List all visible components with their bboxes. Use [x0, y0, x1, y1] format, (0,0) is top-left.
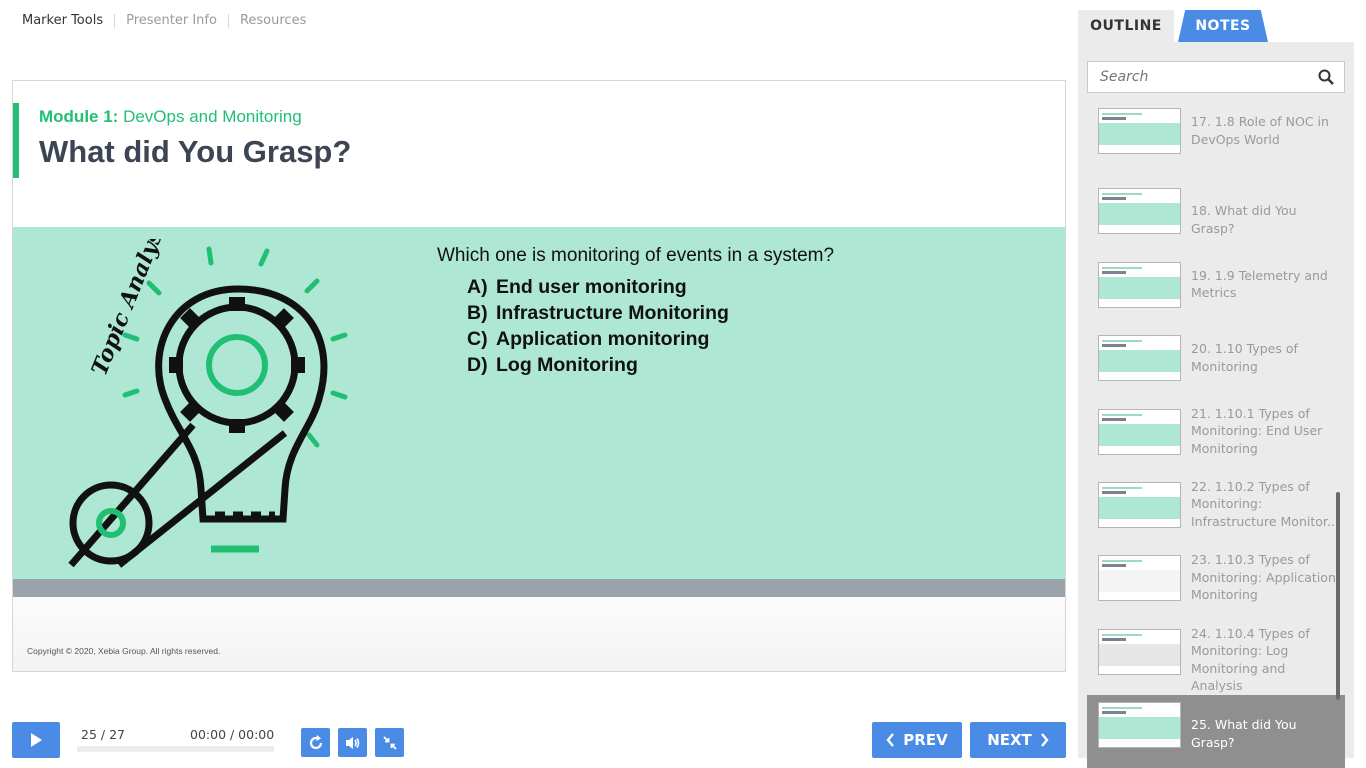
module-heading: Module 1: DevOps and Monitoring [39, 107, 302, 127]
option-letter: B) [467, 302, 488, 324]
option-d: D) Log Monitoring [467, 352, 729, 378]
list-item-label: 25. What did You Grasp? [1191, 717, 1297, 750]
top-nav: Marker Tools Presenter Info Resources [22, 13, 306, 28]
option-text: Application monitoring [496, 328, 710, 350]
option-letter: C) [467, 328, 488, 350]
nav-presenter-info[interactable]: Presenter Info [126, 13, 217, 28]
slide-thumbnail [1098, 108, 1181, 154]
belt-lines [68, 422, 288, 568]
list-item-active[interactable]: 25. What did You Grasp? [1087, 695, 1345, 768]
prev-button[interactable]: PREV [872, 722, 962, 758]
replay-button[interactable] [301, 728, 330, 757]
list-item[interactable]: 23. 1.10.3 Types of Monitoring: Applicat… [1087, 548, 1345, 621]
list-item[interactable]: 19. 1.9 Telemetry and Metrics [1087, 255, 1345, 328]
gear-icon [169, 297, 305, 433]
volume-button[interactable] [338, 728, 367, 757]
list-item-label: 22. 1.10.2 Types of Monitoring: Infrastr… [1191, 478, 1339, 529]
list-item[interactable]: 21. 1.10.1 Types of Monitoring: End User… [1087, 402, 1345, 475]
option-a: A) End user monitoring [467, 274, 729, 300]
module-name: DevOps and Monitoring [123, 107, 302, 126]
nav-divider [114, 13, 116, 28]
slide-list: 17. 1.8 Role of NOC in DevOps World 18. … [1087, 108, 1345, 768]
search-icon[interactable] [1318, 69, 1334, 85]
quiz-question: Which one is monitoring of events in a s… [437, 245, 835, 266]
list-item[interactable]: 22. 1.10.2 Types of Monitoring: Infrastr… [1087, 475, 1345, 548]
list-item[interactable]: 24. 1.10.4 Types of Monitoring: Log Moni… [1087, 622, 1345, 695]
sidebar: OUTLINE NOTES 17. 1.8 Role of NOC in Dev… [1078, 10, 1354, 768]
nav-divider [227, 13, 229, 28]
time-display: 00:00 / 00:00 [190, 727, 275, 742]
list-scrollbar[interactable] [1336, 492, 1340, 700]
slide-thumbnail [1098, 628, 1181, 675]
slide-thumbnail [1098, 702, 1181, 749]
chevron-left-icon [886, 733, 895, 747]
option-text: Infrastructure Monitoring [496, 302, 729, 324]
tab-outline[interactable]: OUTLINE [1078, 10, 1174, 42]
option-letter: D) [467, 354, 488, 376]
search-input[interactable] [1088, 62, 1308, 92]
shrink-icon [382, 735, 397, 750]
prev-label: PREV [903, 731, 948, 749]
slide-thumbnail [1098, 555, 1181, 602]
topic-analysis-illustration: Topic Analysis [68, 239, 348, 568]
next-button[interactable]: NEXT [970, 722, 1066, 758]
list-item-label: 23. 1.10.3 Types of Monitoring: Applicat… [1191, 552, 1336, 603]
nav-resources[interactable]: Resources [240, 13, 306, 28]
slide-counter: 25 / 27 [81, 727, 125, 742]
list-item-label: 21. 1.10.1 Types of Monitoring: End User… [1191, 405, 1323, 456]
play-button[interactable] [12, 722, 60, 758]
tab-notes[interactable]: NOTES [1178, 10, 1268, 42]
search-box [1087, 61, 1345, 93]
title-accent-bar [13, 103, 19, 178]
option-text: Log Monitoring [496, 354, 638, 376]
list-item-label: 20. 1.10 Types of Monitoring [1191, 341, 1298, 374]
illustration-text: Topic Analysis [86, 239, 176, 379]
copyright-text: Copyright © 2020, Xebia Group. All right… [27, 646, 221, 656]
sidebar-tabs: OUTLINE NOTES [1078, 10, 1354, 42]
list-item[interactable]: 20. 1.10 Types of Monitoring [1087, 328, 1345, 401]
footer-bar [13, 579, 1065, 597]
replay-icon [309, 734, 322, 749]
slide-thumbnail [1098, 188, 1181, 235]
list-item-label: 17. 1.8 Role of NOC in DevOps World [1191, 114, 1329, 147]
list-item[interactable]: 18. What did You Grasp? [1087, 181, 1345, 254]
quiz-options: A) End user monitoring B) Infrastructure M… [467, 274, 729, 378]
next-label: NEXT [987, 731, 1032, 749]
option-letter: A) [467, 276, 488, 298]
list-item[interactable]: 17. 1.8 Role of NOC in DevOps World [1087, 108, 1345, 181]
slide-thumbnail [1098, 335, 1181, 382]
exit-fullscreen-button[interactable] [375, 728, 404, 757]
slide-thumbnail [1098, 261, 1181, 308]
outline-panel: 17. 1.8 Role of NOC in DevOps World 18. … [1078, 42, 1354, 768]
option-b: B) Infrastructure Monitoring [467, 300, 729, 326]
progress-bar[interactable] [77, 746, 274, 752]
slide-thumbnail [1098, 408, 1181, 455]
chevron-right-icon [1040, 733, 1049, 747]
module-prefix: Module 1: [39, 107, 119, 126]
footer-area [13, 597, 1065, 671]
slide-thumbnail [1098, 481, 1181, 528]
option-text: End user monitoring [496, 276, 687, 298]
volume-icon [345, 736, 359, 749]
nav-marker-tools[interactable]: Marker Tools [22, 13, 103, 28]
slide-title: What did You Grasp? [39, 134, 352, 169]
slide-canvas: Module 1: DevOps and Monitoring What did… [12, 80, 1066, 672]
list-item-label: 24. 1.10.4 Types of Monitoring: Log Moni… [1191, 625, 1310, 694]
option-c: C) Application monitoring [467, 326, 729, 352]
list-item-label: 19. 1.9 Telemetry and Metrics [1191, 267, 1328, 301]
play-icon [31, 733, 42, 747]
list-item-label: 18. What did You Grasp? [1191, 203, 1297, 236]
